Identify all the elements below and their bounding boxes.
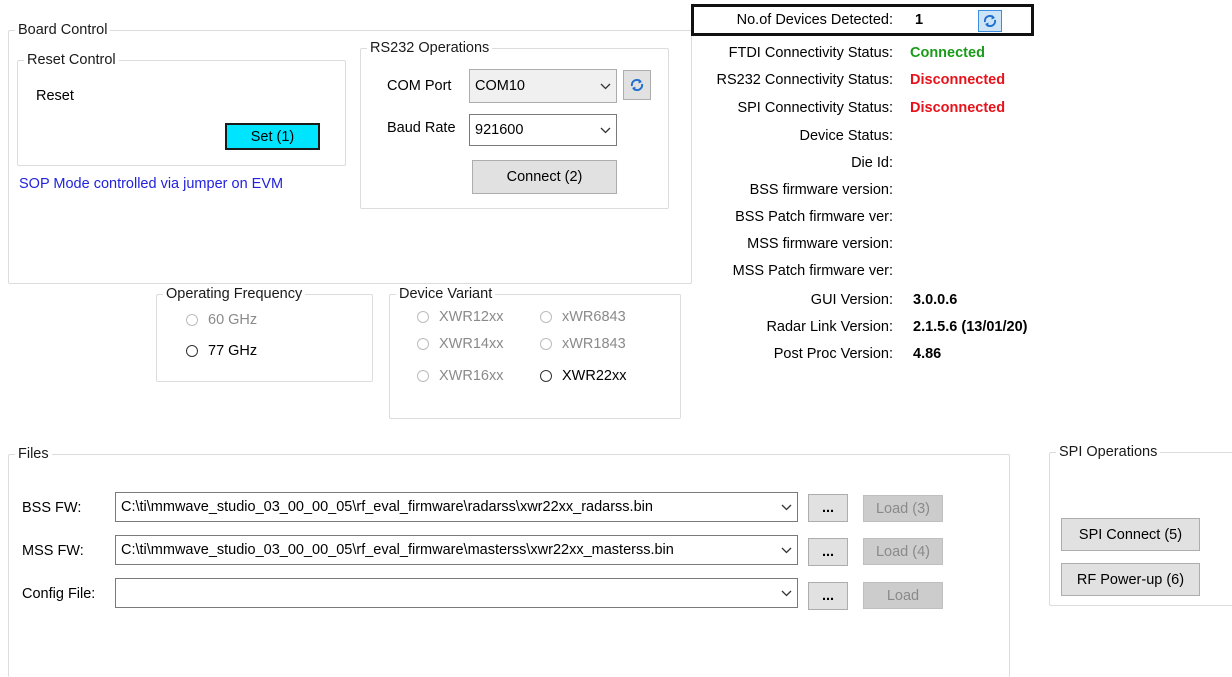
mss-fw-label: MSS FW: [22, 543, 84, 559]
radio-circle-icon [186, 314, 198, 326]
radio-xwr14xx[interactable]: XWR14xx [417, 336, 503, 352]
mss-patch-version-label: MSS Patch firmware ver: [732, 263, 893, 279]
post-proc-version-value: 4.86 [913, 346, 942, 362]
set-button[interactable]: Set (1) [225, 123, 320, 150]
chevron-down-icon [594, 127, 616, 134]
baud-rate-value: 921600 [475, 122, 524, 138]
mss-fw-path-select[interactable]: C:\ti\mmwave_studio_03_00_00_05\rf_eval_… [115, 535, 798, 565]
device-variant-group: Device Variant [389, 286, 681, 419]
config-file-select[interactable] [115, 578, 798, 608]
baud-rate-label: Baud Rate [387, 120, 456, 136]
gui-version-label: GUI Version: [810, 292, 893, 308]
devices-refresh-button[interactable] [978, 10, 1002, 32]
bss-patch-version-label: BSS Patch firmware ver: [735, 209, 893, 225]
device-status-label: Device Status: [799, 128, 894, 144]
radio-xwr6843[interactable]: xWR6843 [540, 309, 626, 325]
com-port-label: COM Port [387, 78, 452, 94]
board-control-legend: Board Control [18, 22, 108, 38]
radio-xwr12xx[interactable]: XWR12xx [417, 309, 503, 325]
spi-operations-legend: SPI Operations [1059, 444, 1158, 460]
operating-frequency-group: Operating Frequency [156, 286, 373, 382]
radio-circle-icon [417, 338, 429, 350]
bss-browse-button[interactable]: ... [808, 494, 848, 522]
radio-circle-icon [540, 338, 552, 350]
rs232-legend: RS232 Operations [370, 40, 490, 56]
chevron-down-icon [594, 83, 616, 90]
radar-link-version-label: Radar Link Version: [766, 319, 893, 335]
spi-status-label: SPI Connectivity Status: [737, 100, 893, 116]
radio-xwr22xx[interactable]: XWR22xx [540, 368, 626, 384]
mss-browse-button[interactable]: ... [808, 538, 848, 566]
radio-77ghz[interactable]: 77 GHz [186, 343, 257, 359]
mss-load-button[interactable]: Load (4) [863, 538, 943, 565]
radio-xwr6843-label: xWR6843 [562, 309, 626, 325]
radio-xwr14xx-label: XWR14xx [439, 336, 504, 352]
refresh-icon [983, 14, 997, 28]
com-port-refresh-button[interactable] [623, 70, 651, 100]
devices-detected-label: No.of Devices Detected: [736, 12, 893, 28]
radio-circle-icon [540, 370, 552, 382]
spi-connect-button[interactable]: SPI Connect (5) [1061, 518, 1200, 551]
mss-fw-path: C:\ti\mmwave_studio_03_00_00_05\rf_eval_… [121, 542, 674, 558]
config-load-button[interactable]: Load [863, 582, 943, 609]
rs232-status-label: RS232 Connectivity Status: [716, 72, 893, 88]
chevron-down-icon [775, 590, 797, 597]
radio-xwr1843[interactable]: xWR1843 [540, 336, 626, 352]
radio-60ghz-label: 60 GHz [208, 312, 258, 328]
ftdi-status-label: FTDI Connectivity Status: [728, 45, 893, 61]
chevron-down-icon [775, 504, 797, 511]
radio-xwr1843-label: xWR1843 [562, 336, 626, 352]
post-proc-version-label: Post Proc Version: [773, 346, 893, 362]
sop-mode-note: SOP Mode controlled via jumper on EVM [19, 176, 284, 192]
device-variant-legend: Device Variant [399, 286, 493, 302]
reset-label: Reset [36, 88, 74, 104]
bss-fw-path-select[interactable]: C:\ti\mmwave_studio_03_00_00_05\rf_eval_… [115, 492, 798, 522]
radio-60ghz[interactable]: 60 GHz [186, 312, 257, 328]
connect-button[interactable]: Connect (2) [472, 160, 617, 194]
radio-xwr22xx-label: XWR22xx [562, 368, 627, 384]
chevron-down-icon [775, 547, 797, 554]
config-file-label: Config File: [22, 586, 96, 602]
refresh-icon [630, 78, 644, 92]
die-id-label: Die Id: [851, 155, 893, 171]
radio-xwr16xx-label: XWR16xx [439, 368, 504, 384]
com-port-select[interactable]: COM10 [469, 69, 617, 103]
radio-xwr12xx-label: XWR12xx [439, 309, 504, 325]
radio-circle-icon [540, 311, 552, 323]
radar-link-version-value: 2.1.5.6 (13/01/20) [913, 319, 1028, 335]
radio-xwr16xx[interactable]: XWR16xx [417, 368, 503, 384]
bss-load-button[interactable]: Load (3) [863, 495, 943, 522]
rf-power-up-button[interactable]: RF Power-up (6) [1061, 563, 1200, 596]
radio-circle-icon [186, 345, 198, 357]
operating-frequency-legend: Operating Frequency [166, 286, 303, 302]
com-port-value: COM10 [475, 78, 525, 94]
devices-detected-value: 1 [915, 12, 924, 28]
reset-control-legend: Reset Control [27, 52, 116, 68]
ftdi-status-value: Connected [910, 45, 985, 61]
rs232-status-value: Disconnected [910, 72, 1006, 88]
files-legend: Files [18, 446, 49, 462]
bss-fw-label: BSS FW: [22, 500, 82, 516]
config-browse-button[interactable]: ... [808, 582, 848, 610]
bss-fw-version-label: BSS firmware version: [749, 182, 893, 198]
radio-circle-icon [417, 370, 429, 382]
spi-status-value: Disconnected [910, 100, 1006, 116]
radio-circle-icon [417, 311, 429, 323]
baud-rate-select[interactable]: 921600 [469, 114, 617, 146]
bss-fw-path: C:\ti\mmwave_studio_03_00_00_05\rf_eval_… [121, 499, 653, 515]
gui-version-value: 3.0.0.6 [913, 292, 958, 308]
mss-fw-version-label: MSS firmware version: [747, 236, 893, 252]
radio-77ghz-label: 77 GHz [208, 343, 258, 359]
